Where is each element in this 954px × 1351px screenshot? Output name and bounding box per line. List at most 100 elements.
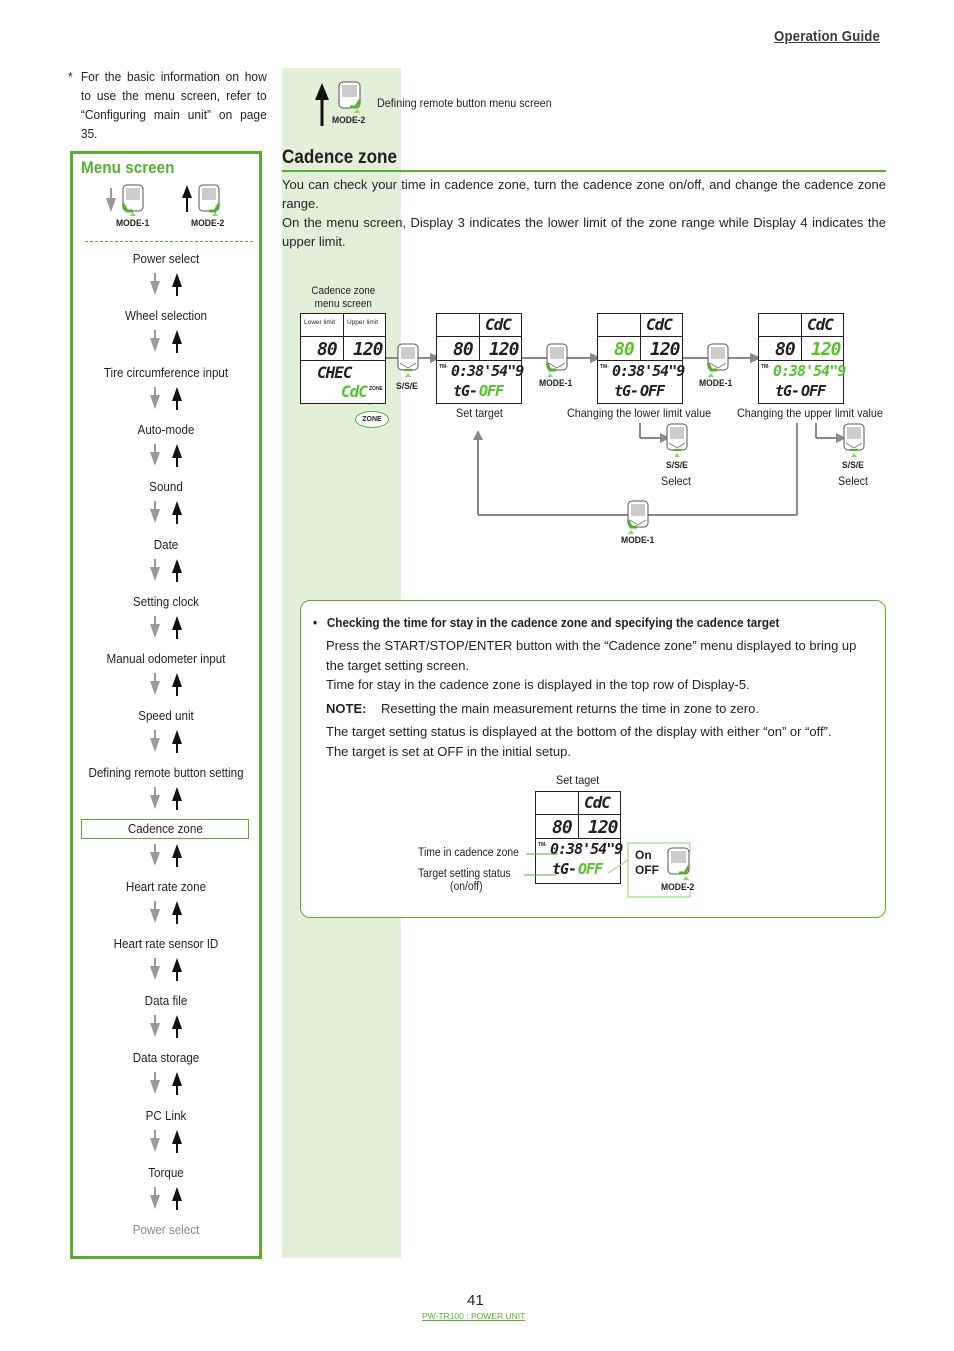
up-arrow-icon bbox=[172, 1015, 182, 1039]
page-number: 41 bbox=[467, 1292, 484, 1309]
down-arrow-icon bbox=[150, 1129, 160, 1152]
menu-item[interactable]: Heart rate sensor ID bbox=[80, 937, 253, 951]
tm-label: TM- bbox=[761, 364, 770, 370]
zone-tag: ZONE bbox=[369, 386, 383, 392]
note-paragraph: Time for stay in the cadence zone is dis… bbox=[326, 677, 750, 692]
up-arrow-icon bbox=[172, 501, 182, 525]
note-label: NOTE: bbox=[326, 700, 367, 716]
screen-caption: Set target bbox=[456, 406, 503, 420]
device-icon bbox=[397, 343, 419, 377]
button-label: S/S/E bbox=[666, 460, 688, 471]
menu-item[interactable]: Speed unit bbox=[80, 709, 253, 723]
status-prefix: tG- bbox=[775, 382, 800, 400]
menu-item[interactable]: Auto-mode bbox=[80, 423, 253, 437]
section-rule bbox=[282, 170, 886, 172]
up-arrow-icon bbox=[172, 672, 182, 696]
menu-item[interactable]: Sound bbox=[80, 480, 253, 494]
menu-item[interactable]: Setting clock bbox=[80, 595, 253, 609]
up-arrow-icon bbox=[172, 330, 182, 354]
lower-value: 80 bbox=[317, 339, 338, 360]
note-line: NOTE: Resetting the main measurement retu… bbox=[326, 699, 878, 719]
menu-item[interactable]: Tire circumference input bbox=[80, 366, 253, 380]
navigation-arrows-icon bbox=[150, 1186, 182, 1210]
top-nav-button-label: MODE-2 bbox=[332, 115, 366, 126]
navigation-arrows-icon bbox=[150, 501, 182, 525]
up-arrow-icon bbox=[315, 83, 329, 126]
navigation-arrows-icon bbox=[150, 273, 182, 296]
lower-value: 80 bbox=[614, 339, 635, 360]
footnote-marker: * bbox=[68, 69, 73, 84]
up-arrow-icon bbox=[172, 786, 182, 810]
set-target-caption: Set taget bbox=[556, 773, 600, 787]
menu-item[interactable]: PC Link bbox=[80, 1109, 253, 1123]
select-label: Select bbox=[838, 474, 869, 488]
status-value: OFF bbox=[479, 382, 504, 400]
select-label: Select bbox=[661, 474, 692, 488]
upper-value: 120 bbox=[650, 339, 680, 360]
upper-value: 120 bbox=[588, 817, 618, 838]
note-heading: • Checking the time for stay in the cade… bbox=[313, 615, 780, 630]
button-label: S/S/E bbox=[396, 381, 418, 392]
menu-item[interactable]: Data file bbox=[80, 994, 253, 1008]
down-arrow-icon bbox=[150, 729, 160, 752]
time-value: 0:38'54"9 bbox=[451, 362, 524, 380]
legend-mode1-label: MODE-1 bbox=[116, 218, 150, 229]
lcd-line1: CHEC bbox=[317, 363, 353, 382]
intro-paragraph: You can check your time in cadence zone,… bbox=[282, 177, 886, 211]
navigation-arrows-icon bbox=[150, 558, 182, 582]
navigation-arrows-icon bbox=[150, 786, 182, 810]
down-arrow-icon bbox=[150, 444, 160, 467]
note-paragraph: Press the START/STOP/ENTER button with t… bbox=[326, 638, 857, 673]
down-arrow-icon bbox=[150, 672, 160, 695]
menu-screen-panel: Menu screen MODE-1 MODE-2 Power select Wh… bbox=[70, 151, 262, 1259]
up-arrow-icon bbox=[172, 444, 182, 468]
up-arrow-icon bbox=[172, 273, 182, 296]
menu-item[interactable]: Cadence zone bbox=[81, 819, 249, 839]
note-text: Resetting the main measurement returns t… bbox=[381, 700, 759, 716]
down-arrow-icon bbox=[150, 844, 160, 866]
note-paragraph: The target setting status is displayed a… bbox=[326, 724, 832, 739]
top-nav-link[interactable]: Defining remote button menu screen bbox=[377, 96, 552, 110]
screen-caption: Changing the upper limit value bbox=[737, 406, 883, 420]
lower-limit-label: Lower limit bbox=[304, 319, 336, 326]
menu-panel-title: Menu screen bbox=[81, 158, 175, 177]
down-arrow-icon bbox=[150, 330, 160, 353]
down-arrow-icon bbox=[106, 188, 116, 212]
up-arrow-icon bbox=[172, 729, 182, 753]
menu-item[interactable]: Heart rate zone bbox=[80, 880, 253, 894]
menu-item[interactable]: Date bbox=[80, 538, 253, 552]
device-icon bbox=[627, 500, 649, 534]
tm-label: TM- bbox=[600, 364, 609, 370]
button-label: MODE-1 bbox=[699, 378, 733, 389]
menu-screen-caption: Cadence zone menu screen bbox=[311, 285, 376, 310]
menu-item[interactable]: Manual odometer input bbox=[80, 652, 253, 666]
menu-item[interactable]: Data storage bbox=[80, 1051, 253, 1065]
button-label: S/S/E bbox=[842, 460, 864, 471]
dashed-divider bbox=[85, 241, 253, 242]
button-label: MODE-1 bbox=[621, 535, 655, 546]
menu-item[interactable]: Power select bbox=[80, 252, 253, 266]
up-arrow-icon bbox=[172, 1129, 182, 1153]
footer-product-link[interactable]: PW-TR100 : POWER UNIT bbox=[422, 1311, 525, 1321]
upper-value: 120 bbox=[489, 339, 519, 360]
screen-caption: Changing the lower limit value bbox=[567, 406, 712, 420]
menu-item[interactable]: Power select bbox=[80, 1223, 253, 1237]
lcd-flow-screen: CdC 80 120 TM- 0:38'54"9 tG- OFF bbox=[436, 313, 524, 404]
down-arrow-icon bbox=[150, 786, 160, 809]
navigation-arrows-icon bbox=[150, 729, 182, 753]
navigation-arrows-icon bbox=[150, 387, 182, 411]
device-icon bbox=[667, 847, 691, 880]
time-value: 0:38'54"9 bbox=[612, 362, 685, 380]
menu-item[interactable]: Wheel selection bbox=[80, 309, 253, 323]
menu-item-label: Cadence zone bbox=[127, 822, 203, 836]
status-sublabel: (on/off) bbox=[450, 881, 483, 893]
down-arrow-icon bbox=[150, 273, 160, 295]
menu-item[interactable]: Torque bbox=[80, 1166, 253, 1180]
up-arrow-icon bbox=[172, 558, 182, 582]
off-option: OFF bbox=[635, 863, 659, 877]
down-arrow-icon bbox=[150, 1015, 160, 1038]
device-icon bbox=[121, 184, 144, 216]
note-heading-text: Checking the time for stay in the cadenc… bbox=[326, 615, 780, 630]
note-paragraph: The target is set at OFF in the initial … bbox=[326, 743, 571, 759]
menu-item[interactable]: Defining remote button setting bbox=[80, 766, 253, 780]
